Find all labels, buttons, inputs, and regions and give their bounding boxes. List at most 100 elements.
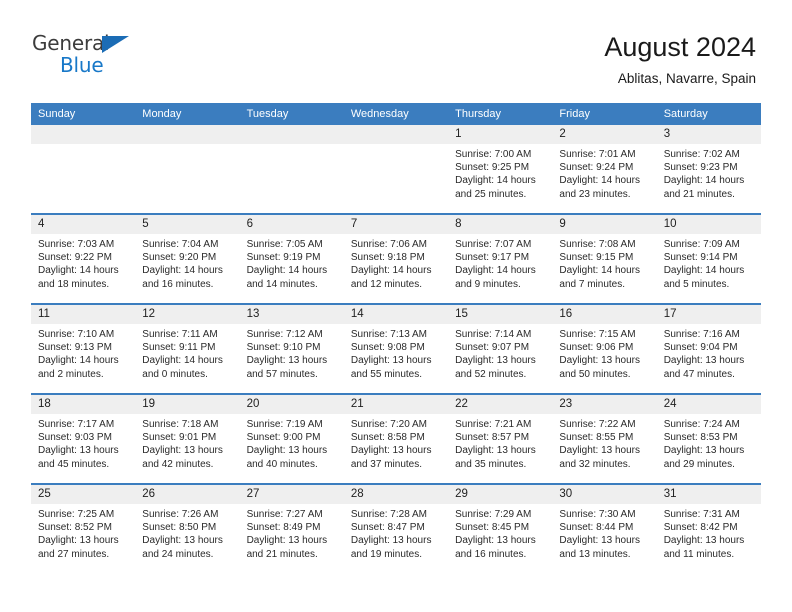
day-number: 3: [656, 125, 761, 144]
weekday-header-row: Sunday Monday Tuesday Wednesday Thursday Frid…: [31, 103, 761, 125]
day-number: 12: [135, 305, 240, 324]
sunset-text: Sunset: 8:49 PM: [246, 522, 321, 534]
day-cell[interactable]: 23 Sunrise: 7:22 AM Sunset: 8:55 PM Dayligh…: [552, 395, 657, 483]
sunrise-text: Sunrise: 7:02 AM: [663, 149, 740, 160]
daylight-text-line2: and 52 minutes.: [455, 368, 527, 380]
daylight-text-line1: Daylight: 13 hours: [350, 445, 432, 457]
sunrise-text: Sunrise: 7:22 AM: [559, 419, 636, 430]
day-details: Sunrise: 7:13 AM Sunset: 9:08 PM Daylight:…: [344, 324, 448, 381]
sunrise-text: Sunrise: 7:07 AM: [455, 239, 532, 250]
day-number: 4: [31, 215, 136, 234]
calendar-grid: Sunday Monday Tuesday Wednesday Thursday Frid…: [31, 103, 761, 573]
day-cell-empty: [31, 125, 136, 213]
day-cell[interactable]: 19 Sunrise: 7:18 AM Sunset: 9:01 PM Dayligh…: [135, 395, 240, 483]
day-details: Sunrise: 7:03 AM Sunset: 9:22 PM Daylight:…: [31, 234, 135, 291]
day-cell[interactable]: 13 Sunrise: 7:12 AM Sunset: 9:10 PM Dayligh…: [239, 305, 344, 393]
day-cell[interactable]: 27 Sunrise: 7:27 AM Sunset: 8:49 PM Dayligh…: [239, 485, 344, 573]
day-details: Sunrise: 7:02 AM Sunset: 9:23 PM Daylight:…: [657, 144, 761, 201]
day-cell[interactable]: 25 Sunrise: 7:25 AM Sunset: 8:52 PM Dayligh…: [31, 485, 136, 573]
sunrise-text: Sunrise: 7:11 AM: [142, 329, 218, 340]
daylight-text-line2: and 14 minutes.: [246, 278, 318, 290]
day-cell-empty: [135, 125, 240, 213]
day-number: 28: [343, 485, 449, 504]
day-cell[interactable]: 11 Sunrise: 7:10 AM Sunset: 9:13 PM Dayligh…: [31, 305, 136, 393]
day-cell[interactable]: 2 Sunrise: 7:01 AM Sunset: 9:24 PM Daylight…: [552, 125, 657, 213]
daylight-text-line1: Daylight: 13 hours: [246, 355, 328, 367]
day-number: [343, 125, 449, 144]
day-cell[interactable]: 15 Sunrise: 7:14 AM Sunset: 9:07 PM Dayligh…: [448, 305, 553, 393]
sunset-text: Sunset: 9:08 PM: [350, 342, 425, 354]
day-cell[interactable]: 18 Sunrise: 7:17 AM Sunset: 9:03 PM Dayligh…: [31, 395, 136, 483]
title-block: August 2024 Ablitas, Navarre, Spain: [604, 30, 756, 87]
day-cell-empty: [343, 125, 449, 213]
sunset-text: Sunset: 9:06 PM: [559, 342, 634, 354]
sunrise-text: Sunrise: 7:03 AM: [38, 239, 115, 250]
day-cell[interactable]: 3 Sunrise: 7:02 AM Sunset: 9:23 PM Daylight…: [656, 125, 761, 213]
daylight-text-line1: Daylight: 13 hours: [559, 535, 641, 547]
day-cell[interactable]: 1 Sunrise: 7:00 AM Sunset: 9:25 PM Daylight…: [448, 125, 553, 213]
daylight-text-line2: and 18 minutes.: [38, 278, 110, 290]
day-cell[interactable]: 5 Sunrise: 7:04 AM Sunset: 9:20 PM Daylight…: [135, 215, 240, 303]
logo-text-general: General: [32, 31, 110, 55]
day-cell[interactable]: 12 Sunrise: 7:11 AM Sunset: 9:11 PM Dayligh…: [135, 305, 240, 393]
day-number: 24: [656, 395, 761, 414]
day-cell[interactable]: 7 Sunrise: 7:06 AM Sunset: 9:18 PM Daylight…: [343, 215, 449, 303]
weekday-header-sunday: Sunday: [38, 108, 76, 120]
generalblue-logo[interactable]: General Blue: [32, 33, 152, 79]
weekday-header-monday: Monday: [142, 108, 182, 120]
day-details: Sunrise: 7:10 AM Sunset: 9:13 PM Daylight:…: [31, 324, 135, 381]
day-number: 19: [135, 395, 240, 414]
day-cell[interactable]: 8 Sunrise: 7:07 AM Sunset: 9:17 PM Daylight…: [448, 215, 553, 303]
day-cell[interactable]: 29 Sunrise: 7:29 AM Sunset: 8:45 PM Dayligh…: [448, 485, 553, 573]
sunset-text: Sunset: 8:58 PM: [350, 432, 425, 444]
sunrise-text: Sunrise: 7:26 AM: [142, 509, 219, 520]
page-title: August 2024: [604, 32, 756, 62]
day-cell[interactable]: 22 Sunrise: 7:21 AM Sunset: 8:57 PM Dayligh…: [448, 395, 553, 483]
day-cell[interactable]: 20 Sunrise: 7:19 AM Sunset: 9:00 PM Dayligh…: [239, 395, 344, 483]
day-cell[interactable]: 4 Sunrise: 7:03 AM Sunset: 9:22 PM Daylight…: [31, 215, 136, 303]
daylight-text-line1: Daylight: 13 hours: [559, 445, 641, 457]
day-cell[interactable]: 30 Sunrise: 7:30 AM Sunset: 8:44 PM Dayligh…: [552, 485, 657, 573]
weekday-header-friday: Friday: [559, 108, 590, 120]
sunrise-text: Sunrise: 7:25 AM: [38, 509, 115, 520]
day-cell[interactable]: 28 Sunrise: 7:28 AM Sunset: 8:47 PM Dayligh…: [343, 485, 449, 573]
daylight-text-line2: and 9 minutes.: [455, 278, 521, 290]
week-row: 25 Sunrise: 7:25 AM Sunset: 8:52 PM Dayligh…: [31, 483, 761, 573]
sunrise-text: Sunrise: 7:17 AM: [38, 419, 115, 430]
day-number: 27: [239, 485, 344, 504]
day-cell[interactable]: 24 Sunrise: 7:24 AM Sunset: 8:53 PM Dayligh…: [656, 395, 761, 483]
sunset-text: Sunset: 9:13 PM: [38, 342, 112, 354]
day-number: 9: [552, 215, 657, 234]
day-number: [239, 125, 344, 144]
day-number: 1: [448, 125, 553, 144]
sunset-text: Sunset: 8:57 PM: [455, 432, 530, 444]
day-cell[interactable]: 14 Sunrise: 7:13 AM Sunset: 9:08 PM Dayligh…: [343, 305, 449, 393]
sunrise-text: Sunrise: 7:27 AM: [246, 509, 323, 520]
day-details: Sunrise: 7:12 AM Sunset: 9:10 PM Daylight:…: [240, 324, 344, 381]
day-cell[interactable]: 21 Sunrise: 7:20 AM Sunset: 8:58 PM Dayligh…: [343, 395, 449, 483]
day-cell-empty: [239, 125, 344, 213]
day-cell[interactable]: 10 Sunrise: 7:09 AM Sunset: 9:14 PM Dayligh…: [656, 215, 761, 303]
day-details: Sunrise: 7:15 AM Sunset: 9:06 PM Daylight:…: [552, 324, 656, 381]
daylight-text-line1: Daylight: 13 hours: [663, 445, 745, 457]
sunrise-text: Sunrise: 7:28 AM: [350, 509, 427, 520]
daylight-text-line2: and 21 minutes.: [663, 188, 735, 200]
daylight-text-line2: and 40 minutes.: [246, 458, 318, 470]
sunset-text: Sunset: 8:45 PM: [455, 522, 530, 534]
day-cell[interactable]: 26 Sunrise: 7:26 AM Sunset: 8:50 PM Dayligh…: [135, 485, 240, 573]
day-cell[interactable]: 6 Sunrise: 7:05 AM Sunset: 9:19 PM Daylight…: [239, 215, 344, 303]
sunset-text: Sunset: 9:00 PM: [246, 432, 321, 444]
daylight-text-line2: and 24 minutes.: [142, 548, 214, 560]
day-cell[interactable]: 31 Sunrise: 7:31 AM Sunset: 8:42 PM Dayligh…: [656, 485, 761, 573]
weekday-header-saturday: Saturday: [663, 108, 708, 120]
sunset-text: Sunset: 9:23 PM: [663, 162, 738, 174]
day-details: Sunrise: 7:21 AM Sunset: 8:57 PM Daylight:…: [448, 414, 552, 471]
sunset-text: Sunset: 9:03 PM: [38, 432, 112, 444]
day-cell[interactable]: 16 Sunrise: 7:15 AM Sunset: 9:06 PM Dayligh…: [552, 305, 657, 393]
day-details: Sunrise: 7:01 AM Sunset: 9:24 PM Daylight:…: [552, 144, 656, 201]
daylight-text-line2: and 11 minutes.: [663, 548, 735, 560]
day-cell[interactable]: 9 Sunrise: 7:08 AM Sunset: 9:15 PM Daylight…: [552, 215, 657, 303]
day-number: 15: [448, 305, 553, 324]
daylight-text-line1: Daylight: 13 hours: [663, 355, 745, 367]
day-cell[interactable]: 17 Sunrise: 7:16 AM Sunset: 9:04 PM Dayligh…: [656, 305, 761, 393]
